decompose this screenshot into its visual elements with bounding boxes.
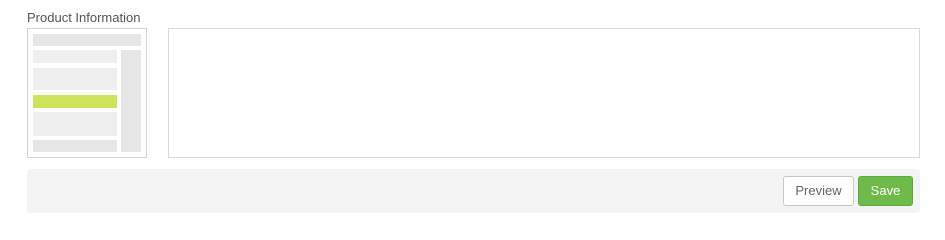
thumb-footer-block (33, 140, 117, 152)
save-button[interactable]: Save (858, 176, 913, 206)
action-bar: Preview Save (27, 169, 920, 213)
thumb-content-block (33, 50, 117, 63)
section-title: Product Information (27, 10, 141, 25)
layout-thumbnail-icon[interactable] (27, 28, 147, 158)
preview-button[interactable]: Preview (783, 176, 854, 206)
thumb-sidebar-block (121, 50, 141, 152)
thumb-content-block (33, 112, 117, 136)
thumb-header-block (33, 34, 141, 46)
product-information-editor[interactable] (168, 28, 920, 158)
thumb-content-block (33, 68, 117, 90)
thumb-highlight-block (33, 95, 117, 108)
